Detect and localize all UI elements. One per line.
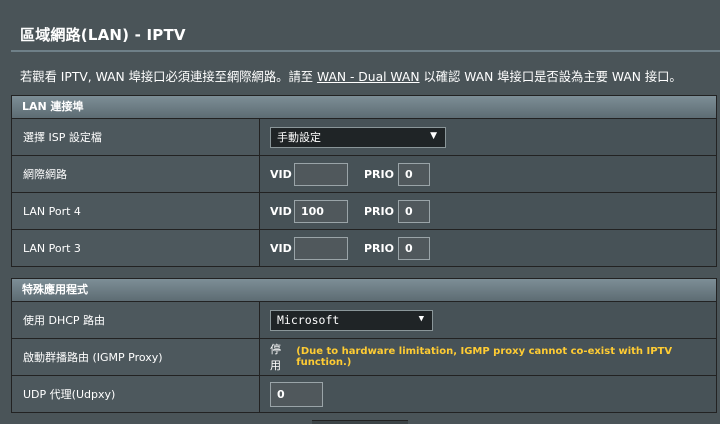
vid-label: VID bbox=[270, 167, 292, 181]
dhcp-route-row: 使用 DHCP 路由 Microsoft ▼ bbox=[12, 302, 716, 338]
isp-profile-row: 選擇 ISP 設定檔 手動設定 ▼ bbox=[12, 119, 716, 155]
chevron-down-icon: ▼ bbox=[430, 130, 437, 141]
igmp-proxy-warning: (Due to hardware limitation, IGMP proxy … bbox=[296, 346, 673, 368]
lan-port-4-prio-input[interactable]: 0 bbox=[398, 199, 430, 223]
lan-port-4-vid-input[interactable]: 100 bbox=[294, 199, 348, 223]
wan-dual-wan-link[interactable]: WAN - Dual WAN bbox=[317, 70, 420, 84]
udpxy-row: UDP 代理(Udpxy) 0 bbox=[12, 375, 716, 412]
internet-row: 網際網路 VID PRIO 0 bbox=[12, 155, 716, 192]
lan-port-3-label: LAN Port 3 bbox=[12, 230, 260, 266]
vid-label: VID bbox=[270, 204, 292, 218]
special-apps-section-header: 特殊應用程式 bbox=[12, 279, 716, 302]
lan-port-section-header: LAN 連接埠 bbox=[12, 96, 716, 119]
internet-prio-input[interactable]: 0 bbox=[398, 162, 430, 186]
lan-port-3-row: LAN Port 3 VID PRIO 0 bbox=[12, 229, 716, 266]
lan-port-4-label: LAN Port 4 bbox=[12, 193, 260, 229]
lan-port-4-row: LAN Port 4 VID 100 PRIO 0 bbox=[12, 192, 716, 229]
udpxy-label: UDP 代理(Udpxy) bbox=[12, 376, 260, 412]
igmp-proxy-label: 啟動群播路由 (IGMP Proxy) bbox=[12, 339, 260, 375]
internet-label: 網際網路 bbox=[12, 156, 260, 192]
description-suffix: 以確認 WAN 埠接口是否設為主要 WAN 接口。 bbox=[419, 70, 682, 84]
isp-profile-label: 選擇 ISP 設定檔 bbox=[12, 119, 260, 155]
dhcp-route-label: 使用 DHCP 路由 bbox=[12, 302, 260, 338]
igmp-proxy-status: 停用 bbox=[270, 343, 281, 372]
lan-port-3-prio-input[interactable]: 0 bbox=[398, 236, 430, 260]
dhcp-route-selected: Microsoft bbox=[277, 313, 340, 327]
isp-profile-select[interactable]: 手動設定 ▼ bbox=[270, 126, 446, 148]
prio-label: PRIO bbox=[364, 241, 394, 255]
page-description: 若觀看 IPTV, WAN 埠接口必須連接至網際網路。請至 WAN - Dual… bbox=[20, 67, 682, 85]
title-divider bbox=[11, 50, 720, 52]
vid-label: VID bbox=[270, 241, 292, 255]
lan-port-3-vid-input[interactable] bbox=[294, 236, 348, 260]
udpxy-port-input[interactable]: 0 bbox=[270, 381, 323, 407]
dhcp-route-select[interactable]: Microsoft ▼ bbox=[270, 309, 433, 331]
special-apps-section: 特殊應用程式 使用 DHCP 路由 Microsoft ▼ 啟動群播路由 (IG… bbox=[11, 278, 717, 413]
description-prefix: 若觀看 IPTV, WAN 埠接口必須連接至網際網路。請至 bbox=[20, 70, 317, 84]
chevron-down-icon: ▼ bbox=[418, 313, 424, 324]
internet-vid-input[interactable] bbox=[294, 162, 348, 186]
page-title: 區域網路(LAN) - IPTV bbox=[20, 26, 186, 44]
isp-profile-selected: 手動設定 bbox=[277, 131, 321, 144]
igmp-proxy-row: 啟動群播路由 (IGMP Proxy) 停用 (Due to hardware … bbox=[12, 338, 716, 375]
prio-label: PRIO bbox=[364, 204, 394, 218]
prio-label: PRIO bbox=[364, 167, 394, 181]
lan-port-section: LAN 連接埠 選擇 ISP 設定檔 手動設定 ▼ 網際網路 VID PRIO … bbox=[11, 95, 717, 267]
apply-button-edge[interactable] bbox=[312, 420, 408, 424]
